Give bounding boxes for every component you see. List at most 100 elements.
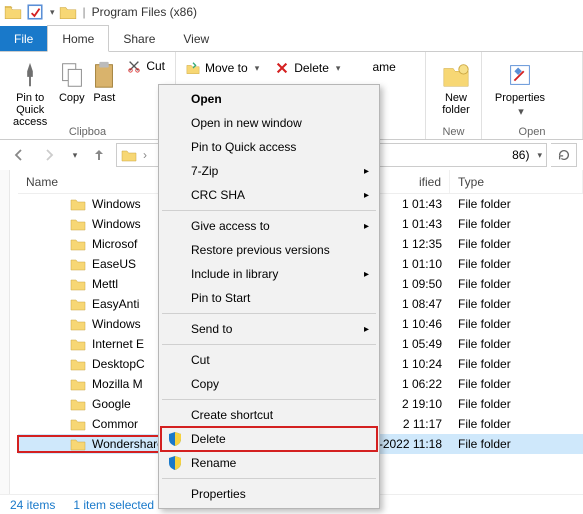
folder-icon bbox=[70, 336, 86, 352]
delete-button[interactable]: Delete▾ bbox=[271, 60, 344, 76]
file-name: DesktopC bbox=[92, 357, 145, 371]
nav-pane-edge bbox=[0, 170, 10, 494]
ctx-copy[interactable]: Copy bbox=[161, 372, 377, 396]
rename-tail: ame bbox=[372, 60, 395, 74]
up-button[interactable] bbox=[86, 142, 112, 168]
ribbon-group-new: New folder New bbox=[426, 52, 482, 139]
folder-icon bbox=[70, 356, 86, 372]
ribbon-group-clipboard: Pin to Quick access Copy Past Cut Clipbo… bbox=[0, 52, 176, 139]
shield-icon bbox=[167, 431, 183, 447]
ctx-delete[interactable]: Delete bbox=[161, 427, 377, 451]
tab-share[interactable]: Share bbox=[109, 26, 169, 51]
recent-dropdown[interactable]: ▾ bbox=[66, 142, 82, 168]
folder-icon bbox=[70, 296, 86, 312]
cell-type: File folder bbox=[450, 417, 583, 431]
folder-icon bbox=[59, 3, 77, 21]
cell-type: File folder bbox=[450, 237, 583, 251]
back-button[interactable] bbox=[6, 142, 32, 168]
refresh-button[interactable] bbox=[551, 143, 577, 167]
ribbon-group-open: Properties▾ Open bbox=[482, 52, 583, 139]
group-label-open: Open bbox=[482, 126, 582, 138]
ctx-separator bbox=[162, 478, 376, 479]
pin-quick-access-button[interactable]: Pin to Quick access bbox=[6, 56, 54, 128]
folder-icon bbox=[70, 216, 86, 232]
ctx-separator bbox=[162, 344, 376, 345]
file-name: Windows bbox=[92, 197, 141, 211]
ctx-open-new-window[interactable]: Open in new window bbox=[161, 111, 377, 135]
cell-type: File folder bbox=[450, 397, 583, 411]
folder-icon bbox=[70, 396, 86, 412]
folder-icon bbox=[70, 236, 86, 252]
group-label-clipboard: Clipboa bbox=[0, 126, 175, 138]
ctx-rename[interactable]: Rename bbox=[161, 451, 377, 475]
window-title: Program Files (x86) bbox=[92, 5, 197, 19]
ctx-send-to[interactable]: Send to▸ bbox=[161, 317, 377, 341]
shield-icon bbox=[167, 455, 183, 471]
chevron-right-icon: ▸ bbox=[364, 166, 369, 177]
cell-type: File folder bbox=[450, 257, 583, 271]
folder-icon bbox=[70, 196, 86, 212]
ctx-give-access[interactable]: Give access to▸ bbox=[161, 214, 377, 238]
cell-type: File folder bbox=[450, 357, 583, 371]
file-name: Commor bbox=[92, 417, 138, 431]
breadcrumb-chevron-icon[interactable]: › bbox=[143, 148, 147, 162]
file-name: Mettl bbox=[92, 277, 118, 291]
chevron-right-icon: ▸ bbox=[364, 190, 369, 201]
ctx-restore-versions[interactable]: Restore previous versions bbox=[161, 238, 377, 262]
address-dropdown-icon[interactable]: ▾ bbox=[537, 150, 542, 161]
ctx-open[interactable]: Open bbox=[161, 87, 377, 111]
qat-dropdown-icon[interactable]: ▾ bbox=[50, 7, 55, 18]
cell-type: File folder bbox=[450, 297, 583, 311]
ctx-cut[interactable]: Cut bbox=[161, 348, 377, 372]
cut-button[interactable]: Cut bbox=[123, 58, 169, 74]
file-name: Google bbox=[92, 397, 131, 411]
paste-button[interactable]: Past bbox=[89, 56, 119, 128]
status-selection: 1 item selected bbox=[73, 498, 154, 512]
tab-view[interactable]: View bbox=[169, 26, 223, 51]
ctx-crc-sha[interactable]: CRC SHA▸ bbox=[161, 183, 377, 207]
folder-icon bbox=[70, 416, 86, 432]
ctx-include-library[interactable]: Include in library▸ bbox=[161, 262, 377, 286]
title-separator: | bbox=[83, 5, 86, 19]
ctx-separator bbox=[162, 313, 376, 314]
forward-button[interactable] bbox=[36, 142, 62, 168]
tab-file[interactable]: File bbox=[0, 26, 47, 51]
ctx-pin-start[interactable]: Pin to Start bbox=[161, 286, 377, 310]
file-name: Mozilla M bbox=[92, 377, 143, 391]
cell-type: File folder bbox=[450, 277, 583, 291]
file-name: EasyAnti bbox=[92, 297, 139, 311]
copy-button[interactable]: Copy bbox=[54, 56, 89, 128]
folder-icon bbox=[121, 147, 137, 163]
cell-type: File folder bbox=[450, 197, 583, 211]
cell-type: File folder bbox=[450, 437, 583, 451]
ctx-properties[interactable]: Properties bbox=[161, 482, 377, 506]
new-folder-button[interactable]: New folder bbox=[432, 56, 480, 116]
folder-icon bbox=[70, 276, 86, 292]
ctx-separator bbox=[162, 399, 376, 400]
cell-type: File folder bbox=[450, 337, 583, 351]
cell-type: File folder bbox=[450, 377, 583, 391]
status-item-count: 24 items bbox=[10, 498, 55, 512]
chevron-right-icon: ▸ bbox=[364, 221, 369, 232]
ctx-create-shortcut[interactable]: Create shortcut bbox=[161, 403, 377, 427]
ctx-7zip[interactable]: 7-Zip▸ bbox=[161, 159, 377, 183]
move-to-button[interactable]: Move to▾ bbox=[182, 60, 263, 76]
context-menu: Open Open in new window Pin to Quick acc… bbox=[158, 84, 380, 509]
column-type[interactable]: Type bbox=[450, 170, 583, 193]
ribbon-tabs: File Home Share View bbox=[0, 24, 583, 52]
file-name: Internet E bbox=[92, 337, 144, 351]
folder-icon bbox=[70, 436, 86, 452]
file-name: EaseUS bbox=[92, 257, 136, 271]
chevron-right-icon: ▸ bbox=[364, 269, 369, 280]
tab-home[interactable]: Home bbox=[47, 25, 109, 52]
folder-icon bbox=[70, 256, 86, 272]
address-tail: 86) bbox=[512, 148, 529, 162]
save-icon[interactable] bbox=[26, 3, 44, 21]
folder-icon bbox=[4, 3, 22, 21]
properties-button[interactable]: Properties▾ bbox=[488, 56, 552, 118]
file-name: Windows bbox=[92, 217, 141, 231]
title-bar: ▾ | Program Files (x86) bbox=[0, 0, 583, 24]
file-name: Windows bbox=[92, 317, 141, 331]
ctx-pin-quick-access[interactable]: Pin to Quick access bbox=[161, 135, 377, 159]
file-name: Wondershare bbox=[92, 437, 164, 451]
